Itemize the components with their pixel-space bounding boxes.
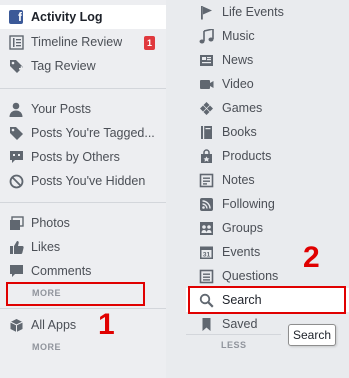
bookmark-icon xyxy=(198,316,214,332)
annotation-box-search xyxy=(188,286,346,314)
music-note-icon xyxy=(198,28,214,44)
photos-icon xyxy=(8,215,24,231)
category-life-events[interactable]: Life Events xyxy=(186,0,349,24)
category-label: Saved xyxy=(222,317,258,331)
category-label: Notes xyxy=(222,173,255,187)
sidebar-item-label: Tag Review xyxy=(31,59,96,73)
sidebar-item-activity-log[interactable]: f Activity Log xyxy=(0,5,167,29)
sidebar-item-label: Timeline Review xyxy=(31,35,123,49)
tag-review-icon xyxy=(8,58,24,74)
sidebar-item-photos[interactable]: Photos xyxy=(0,211,166,235)
flag-icon xyxy=(198,4,214,20)
category-label: Groups xyxy=(222,221,263,235)
comment-icon xyxy=(8,263,24,279)
hidden-icon xyxy=(8,173,24,189)
groups-icon xyxy=(198,220,214,236)
annotation-number-2: 2 xyxy=(303,241,320,274)
thumbs-up-icon xyxy=(8,239,24,255)
category-questions[interactable]: Questions xyxy=(186,264,349,288)
calendar-day: 31 xyxy=(202,251,210,258)
less-link[interactable]: LESS xyxy=(221,340,247,350)
sidebar-item-posts-tagged[interactable]: Posts You're Tagged... xyxy=(0,121,166,145)
category-label: Following xyxy=(222,197,275,211)
category-following[interactable]: Following xyxy=(186,192,349,216)
sidebar-item-label: Comments xyxy=(31,264,92,278)
annotation-box-more xyxy=(6,282,145,306)
speech-bubble-icon xyxy=(8,149,24,165)
sidebar-item-your-posts[interactable]: Your Posts xyxy=(0,97,166,121)
sidebar-item-comments[interactable]: Comments xyxy=(0,259,166,283)
category-groups[interactable]: Groups xyxy=(186,216,349,240)
sidebar-item-label: Likes xyxy=(31,240,61,254)
shopping-bag-icon xyxy=(198,148,214,164)
category-label: Questions xyxy=(222,269,279,283)
category-events[interactable]: 31 Events xyxy=(186,240,349,264)
sidebar-item-label: Posts by Others xyxy=(31,150,120,164)
rss-icon xyxy=(198,196,214,212)
category-label: Life Events xyxy=(222,5,284,19)
column-gutter xyxy=(166,0,186,378)
category-label: Events xyxy=(222,245,261,259)
sidebar-item-label: Posts You've Hidden xyxy=(31,174,146,188)
section-divider xyxy=(0,202,166,203)
calendar-icon: 31 xyxy=(198,244,214,260)
video-icon xyxy=(198,76,214,92)
sidebar-item-tag-review[interactable]: Tag Review xyxy=(0,54,166,78)
activity-categories-list: Life Events Music News Video Games Books xyxy=(186,0,349,378)
facebook-icon: f xyxy=(8,9,24,25)
sidebar-item-label: All Apps xyxy=(31,318,77,332)
sidebar-item-all-apps[interactable]: All Apps xyxy=(0,313,166,337)
activity-log-sidebar: f Activity Log Timeline Review 1 Tag Rev… xyxy=(0,0,167,378)
sidebar-item-label: Posts You're Tagged... xyxy=(31,126,155,140)
category-books[interactable]: Books xyxy=(186,120,349,144)
sidebar-item-posts-hidden[interactable]: Posts You've Hidden xyxy=(0,169,166,193)
category-label: Games xyxy=(222,101,263,115)
section-divider xyxy=(186,334,281,335)
notes-icon xyxy=(198,172,214,188)
news-icon xyxy=(198,52,214,68)
book-icon xyxy=(198,124,214,140)
questions-icon xyxy=(198,268,214,284)
annotation-number-1: 1 xyxy=(98,308,115,341)
category-notes[interactable]: Notes xyxy=(186,168,349,192)
sidebar-item-label: Your Posts xyxy=(31,102,91,116)
category-label: Products xyxy=(222,149,272,163)
section-divider xyxy=(0,308,166,309)
section-divider xyxy=(0,88,166,89)
apps-more-link[interactable]: MORE xyxy=(32,342,61,352)
person-icon xyxy=(8,101,24,117)
sidebar-item-label: Activity Log xyxy=(31,10,103,24)
category-news[interactable]: News xyxy=(186,48,349,72)
category-label: News xyxy=(222,53,254,67)
sidebar-item-likes[interactable]: Likes xyxy=(0,235,166,259)
tag-icon xyxy=(8,125,24,141)
sidebar-item-posts-by-others[interactable]: Posts by Others xyxy=(0,145,166,169)
category-label: Music xyxy=(222,29,255,43)
sidebar-item-label: Photos xyxy=(31,216,70,230)
sidebar-item-timeline-review[interactable]: Timeline Review xyxy=(0,30,166,54)
category-video[interactable]: Video xyxy=(186,72,349,96)
category-products[interactable]: Products xyxy=(186,144,349,168)
category-label: Video xyxy=(222,77,254,91)
category-label: Books xyxy=(222,125,257,139)
timeline-review-icon xyxy=(8,34,24,50)
category-music[interactable]: Music xyxy=(186,24,349,48)
timeline-review-count-badge: 1 xyxy=(144,36,155,50)
search-tooltip: Search xyxy=(288,324,336,346)
category-games[interactable]: Games xyxy=(186,96,349,120)
gamepad-icon xyxy=(198,100,214,116)
cube-icon xyxy=(8,317,24,333)
